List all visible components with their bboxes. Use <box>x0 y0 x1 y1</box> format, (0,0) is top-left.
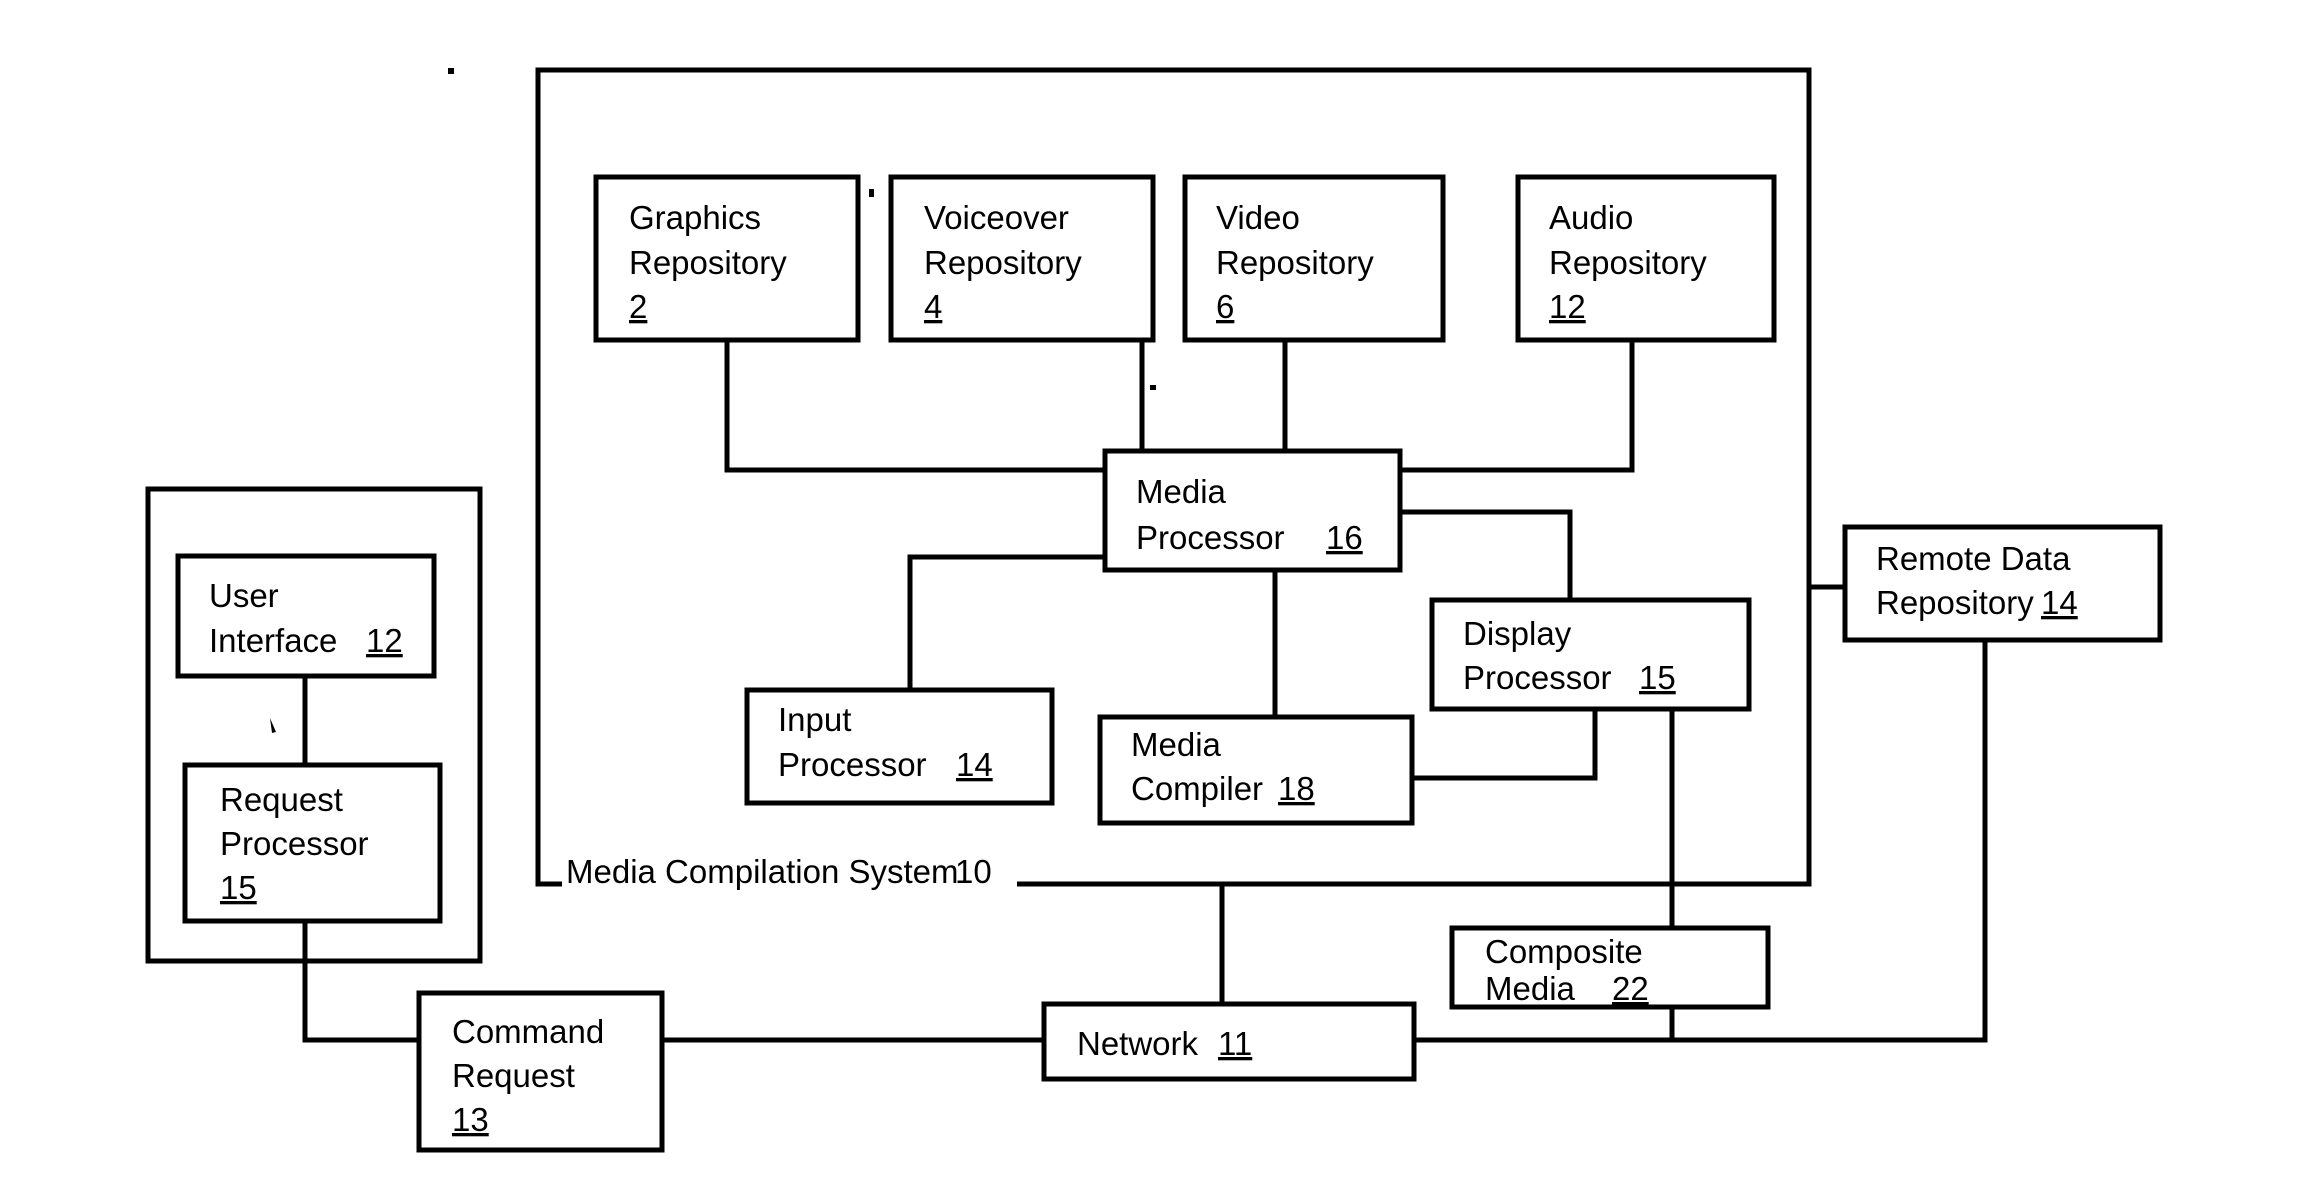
scan-speck-2 <box>869 189 874 197</box>
composite-media-line1: Composite <box>1485 933 1643 970</box>
user-interface-ref: 12 <box>366 622 403 659</box>
media-compiler-line1: Media <box>1131 726 1222 763</box>
display-processor-line1: Display <box>1463 615 1572 652</box>
remote-data-repository-line1: Remote Data <box>1876 540 2071 577</box>
system-label-group: Media Compilation System 10 <box>562 853 1017 895</box>
patent-figure-page: Graphics Repository 2 Voiceover Reposito… <box>0 0 2303 1199</box>
composite-media-line2: Media <box>1485 970 1576 1007</box>
block-media-compiler[interactable]: Media Compiler 18 <box>1097 714 1415 826</box>
input-processor-line1: Input <box>778 701 851 738</box>
user-interface-line2: Interface <box>209 622 337 659</box>
network-ref: 11 <box>1218 1025 1252 1062</box>
connector-media-processor-to-display-processor <box>1397 509 1573 603</box>
connector-audio-to-media-processor <box>1397 337 1635 473</box>
block-request-processor[interactable]: Request Processor 15 <box>182 762 443 924</box>
block-composite-media[interactable]: Composite Media 22 <box>1449 925 1771 1010</box>
connector-request-processor-to-command-request <box>302 918 422 1043</box>
media-compiler-line2: Compiler <box>1131 770 1263 807</box>
voiceover-repository-line1: Voiceover <box>924 199 1069 236</box>
block-remote-data-repository[interactable]: Remote Data Repository 14 <box>1842 524 2163 643</box>
video-repository-line2: Repository <box>1216 244 1374 281</box>
command-request-ref: 13 <box>452 1101 489 1138</box>
block-diagram-canvas: Graphics Repository 2 Voiceover Reposito… <box>145 67 2163 1153</box>
media-processor-line1: Media <box>1136 473 1227 510</box>
scan-speck-3 <box>1150 385 1156 390</box>
scan-speck-4 <box>270 718 276 733</box>
block-network[interactable]: Network 11 <box>1041 1001 1417 1082</box>
system-label-ref: 10 <box>955 853 992 890</box>
block-audio-repository[interactable]: Audio Repository 12 <box>1515 174 1777 343</box>
block-display-processor[interactable]: Display Processor 15 <box>1429 597 1752 712</box>
media-compiler-ref: 18 <box>1278 770 1315 807</box>
graphics-repository-line2: Repository <box>629 244 787 281</box>
remote-data-repository-ref: 14 <box>2041 584 2078 621</box>
remote-data-repository-line2: Repository <box>1876 584 2034 621</box>
connector-graphics-to-media-processor <box>724 337 1108 473</box>
connector-media-compiler-to-display-processor <box>1409 706 1598 781</box>
block-command-request[interactable]: Command Request 13 <box>416 990 665 1153</box>
audio-repository-line2: Repository <box>1549 244 1707 281</box>
command-request-line2: Request <box>452 1057 575 1094</box>
video-repository-ref: 6 <box>1216 288 1234 325</box>
input-processor-ref: 14 <box>956 746 993 783</box>
block-video-repository[interactable]: Video Repository 6 <box>1182 174 1446 343</box>
input-processor-line2: Processor <box>778 746 927 783</box>
audio-repository-line1: Audio <box>1549 199 1633 236</box>
block-user-interface[interactable]: User Interface 12 <box>175 553 437 679</box>
request-processor-line2: Processor <box>220 825 369 862</box>
audio-repository-ref: 12 <box>1549 288 1586 325</box>
voiceover-repository-ref: 4 <box>924 288 942 325</box>
voiceover-repository-line2: Repository <box>924 244 1082 281</box>
media-processor-ref: 16 <box>1326 519 1363 556</box>
block-input-processor[interactable]: Input Processor 14 <box>744 687 1055 806</box>
network-label: Network <box>1077 1025 1199 1062</box>
request-processor-line1: Request <box>220 781 343 818</box>
block-graphics-repository[interactable]: Graphics Repository 2 <box>593 174 861 343</box>
block-media-processor[interactable]: Media Processor 16 <box>1102 448 1403 573</box>
video-repository-line1: Video <box>1216 199 1300 236</box>
scan-speck-1 <box>448 68 454 74</box>
display-processor-ref: 15 <box>1639 659 1676 696</box>
connector-media-processor-to-input-processor <box>907 554 1108 693</box>
media-processor-line2: Processor <box>1136 519 1285 556</box>
user-interface-line1: User <box>209 577 279 614</box>
graphics-repository-line1: Graphics <box>629 199 761 236</box>
display-processor-line2: Processor <box>1463 659 1612 696</box>
request-processor-ref: 15 <box>220 869 257 906</box>
system-label-text: Media Compilation System <box>566 853 959 890</box>
command-request-line1: Command <box>452 1013 604 1050</box>
graphics-repository-ref: 2 <box>629 288 647 325</box>
block-voiceover-repository[interactable]: Voiceover Repository 4 <box>888 174 1156 343</box>
composite-media-ref: 22 <box>1612 970 1649 1007</box>
